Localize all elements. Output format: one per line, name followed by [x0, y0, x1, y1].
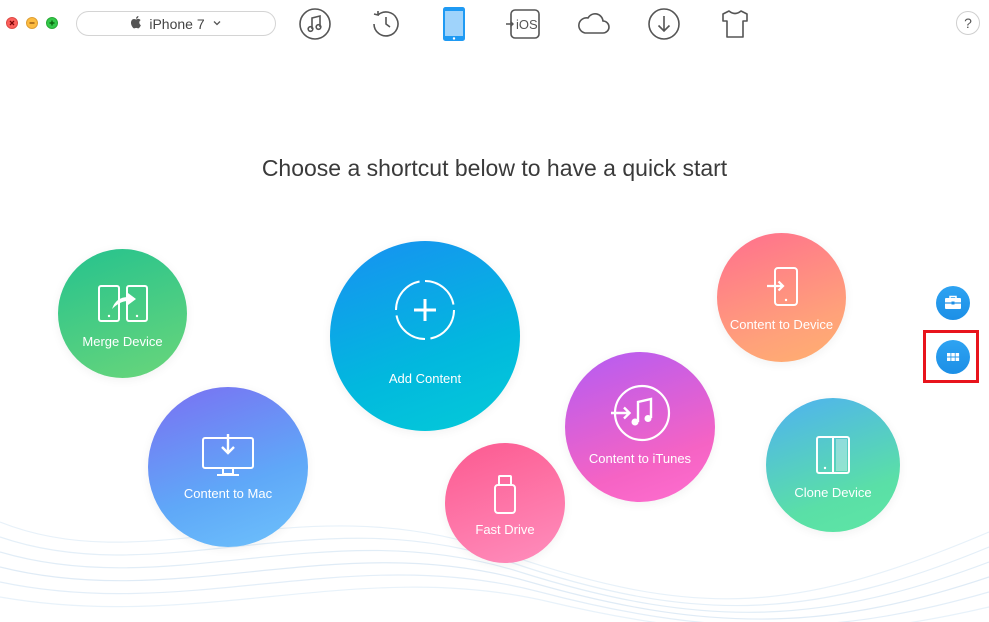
- minimize-window-button[interactable]: [26, 17, 38, 29]
- ios-mover-tool-icon[interactable]: iOS: [505, 7, 543, 41]
- toolbox-button[interactable]: [936, 286, 970, 320]
- apple-icon: [131, 15, 143, 32]
- merge-device-label: Merge Device: [82, 334, 163, 349]
- device-tool-icon[interactable]: [439, 6, 469, 42]
- add-content-shortcut[interactable]: Add Content: [330, 241, 520, 431]
- chevron-down-icon: [213, 18, 221, 29]
- device-name: iPhone 7: [149, 15, 205, 32]
- content-to-itunes-shortcut[interactable]: Content to iTunes: [565, 352, 715, 502]
- close-window-button[interactable]: [6, 17, 18, 29]
- history-tool-icon[interactable]: [369, 7, 403, 41]
- maximize-window-button[interactable]: [46, 17, 58, 29]
- page-title: Choose a shortcut below to have a quick …: [261, 155, 728, 182]
- clone-device-label: Clone Device: [794, 485, 872, 500]
- content-to-itunes-label: Content to iTunes: [588, 451, 692, 466]
- content-to-mac-label: Content to Mac: [183, 486, 273, 501]
- highlight-box: [923, 330, 979, 383]
- shirt-tool-icon[interactable]: [718, 7, 752, 41]
- clone-device-shortcut[interactable]: Clone Device: [766, 398, 900, 532]
- merge-device-shortcut[interactable]: Merge Device: [58, 249, 187, 378]
- fast-drive-shortcut[interactable]: Fast Drive: [445, 443, 565, 563]
- usb-drive-icon: [494, 475, 516, 514]
- svg-text:iOS: iOS: [516, 17, 538, 32]
- clone-device-icon: [816, 436, 850, 474]
- toolbox-icon: [945, 295, 961, 309]
- music-tool-icon[interactable]: [298, 7, 332, 41]
- fast-drive-label: Fast Drive: [475, 522, 535, 537]
- itunes-icon: [611, 384, 671, 442]
- add-icon: [395, 280, 455, 340]
- content-to-device-shortcut[interactable]: Content to Device: [717, 233, 846, 362]
- content-to-mac-shortcut[interactable]: Content to Mac: [148, 387, 308, 547]
- merge-device-icon: [98, 285, 148, 322]
- help-button[interactable]: ?: [956, 11, 980, 35]
- download-tool-icon[interactable]: [647, 7, 681, 41]
- toolbar: iPhone 7 iOS ?: [0, 0, 989, 50]
- phone-import-icon: [767, 267, 798, 306]
- mac-download-icon: [202, 434, 254, 476]
- content-to-device-label: Content to Device: [729, 317, 834, 332]
- add-content-label: Add Content: [388, 371, 462, 386]
- icloud-tool-icon[interactable]: [576, 7, 612, 41]
- device-selector[interactable]: iPhone 7: [76, 11, 276, 36]
